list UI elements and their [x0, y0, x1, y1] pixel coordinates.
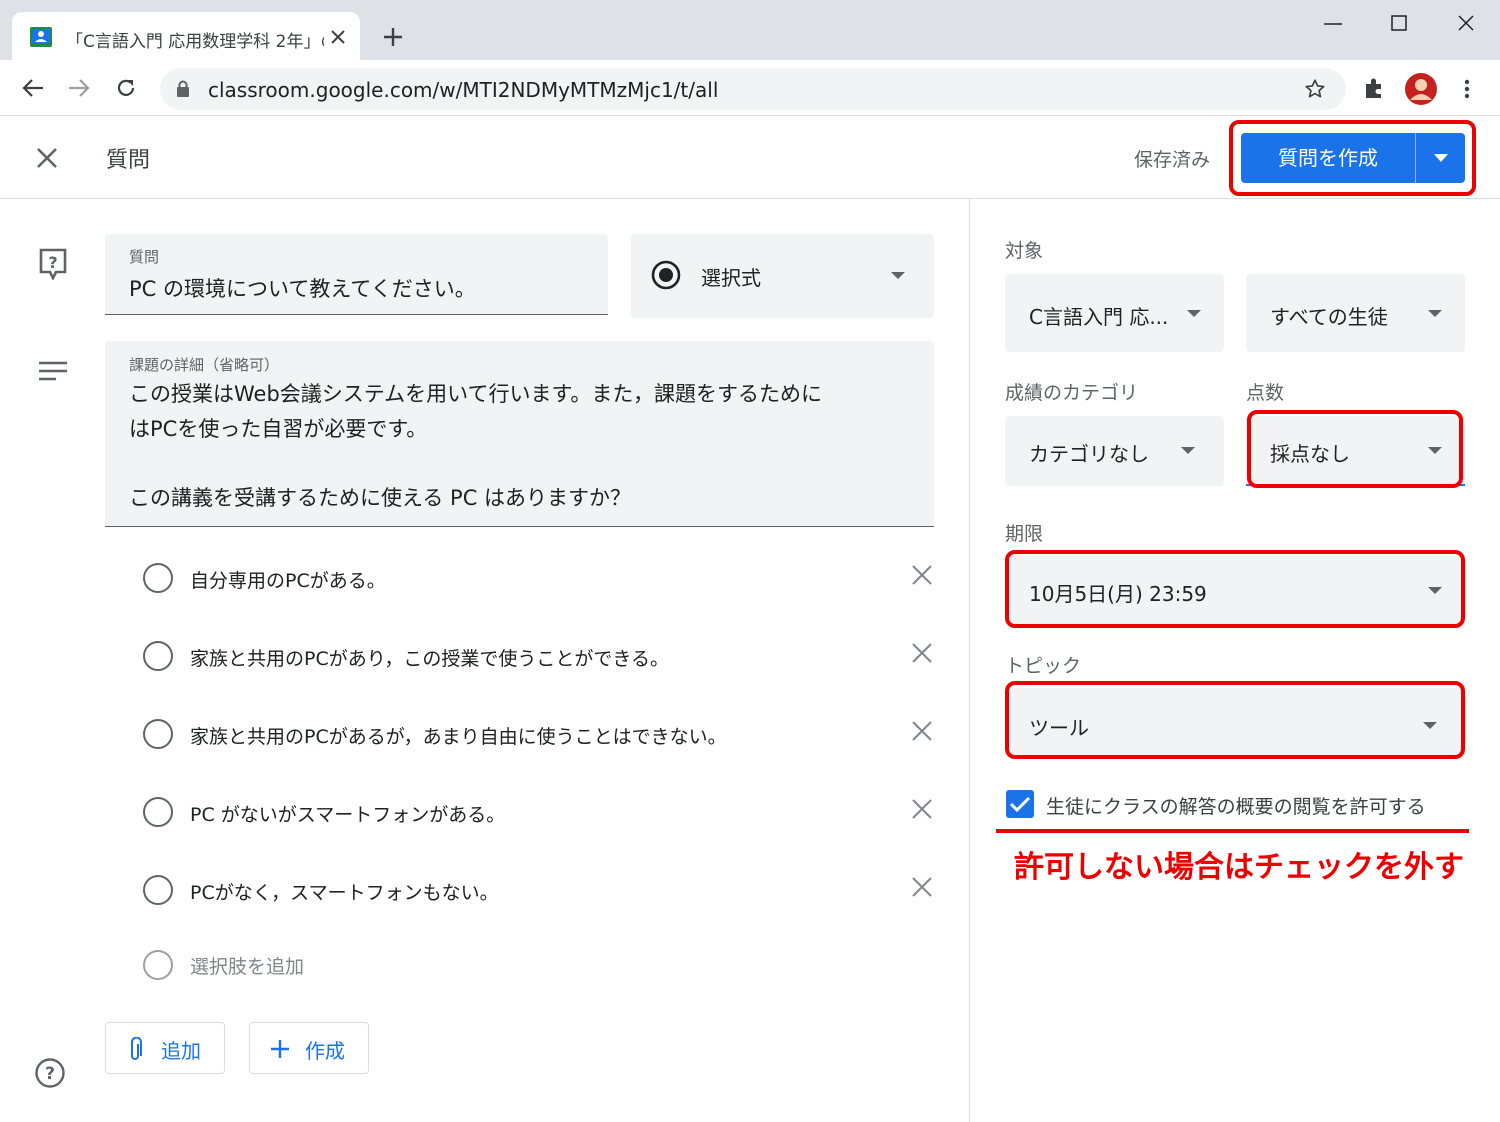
browser-tab-bar: 「C言語入門 応用数理学科 2年」の	[0, 0, 1500, 60]
paperclip-icon	[128, 1037, 142, 1063]
classroom-favicon-icon	[30, 27, 52, 47]
create-material-button[interactable]: 作成	[249, 1022, 369, 1074]
add-option-text[interactable]: 選択肢を追加	[190, 952, 304, 979]
page-title: 質問	[106, 148, 151, 173]
category-select[interactable]: カテゴリなし	[1005, 416, 1224, 486]
maximize-icon[interactable]	[1391, 15, 1407, 31]
class-select-value: C言語入門 応...	[1029, 305, 1169, 329]
option-radio	[143, 875, 173, 905]
svg-text:?: ?	[45, 1064, 55, 1084]
points-label: 点数	[1246, 382, 1285, 404]
students-select[interactable]: すべての生徒	[1246, 274, 1465, 352]
plus-icon	[269, 1038, 291, 1060]
details-line-2: はPCを使った自習が必要です。	[129, 417, 428, 441]
question-field-label: 質問	[129, 248, 160, 266]
browser-toolbar: classroom.google.com/w/MTI2NDMyMTMzMjc1/…	[0, 60, 1500, 116]
option-text[interactable]: PC がないがスマートフォンがある。	[190, 800, 505, 827]
svg-text:?: ?	[48, 253, 57, 272]
help-icon[interactable]: ?	[34, 1057, 66, 1089]
attach-label: 追加	[161, 1039, 201, 1063]
allow-summary-checkbox[interactable]	[1005, 789, 1035, 819]
allow-summary-label[interactable]: 生徒にクラスの解答の概要の閲覧を許可する	[1046, 792, 1426, 819]
browser-tab[interactable]: 「C言語入門 応用数理学科 2年」の	[12, 12, 360, 60]
remove-option-icon[interactable]	[910, 641, 934, 665]
annotation-underline	[996, 829, 1469, 833]
chevron-down-icon	[891, 272, 905, 279]
option-radio	[143, 719, 173, 749]
class-select[interactable]: C言語入門 応...	[1005, 274, 1224, 352]
panel-divider	[969, 199, 970, 1122]
remove-option-icon[interactable]	[910, 797, 934, 821]
question-type-value: 選択式	[701, 266, 761, 290]
extensions-icon[interactable]	[1363, 77, 1385, 99]
question-field-value: PC の環境について教えてください。	[129, 277, 476, 301]
option-text[interactable]: 家族と共用のPCがあるが，あまり自由に使うことはできない。	[190, 722, 727, 749]
question-type-select[interactable]: 選択式	[631, 234, 934, 318]
close-tab-icon[interactable]	[330, 29, 346, 45]
option-radio	[143, 797, 173, 827]
details-line-3: この講義を受講するために使える PC はありますか？	[129, 486, 632, 510]
remove-option-icon[interactable]	[910, 875, 934, 899]
topic-label: トピック	[1005, 655, 1082, 677]
highlight-create-button	[1229, 120, 1476, 196]
remove-option-icon[interactable]	[910, 563, 934, 587]
saved-status: 保存済み	[1134, 149, 1211, 171]
chevron-down-icon	[1181, 447, 1195, 454]
question-field[interactable]: 質問 PC の環境について教えてください。	[105, 234, 608, 315]
due-label: 期限	[1005, 523, 1044, 545]
reload-icon[interactable]	[115, 77, 137, 99]
url-text: classroom.google.com/w/MTI2NDMyMTMzMjc1/…	[208, 78, 719, 102]
option-text[interactable]: 自分専用のPCがある。	[190, 566, 386, 593]
profile-avatar[interactable]	[1405, 73, 1437, 105]
description-icon	[38, 360, 68, 382]
back-icon[interactable]	[22, 78, 44, 98]
bookmark-star-icon[interactable]	[1304, 78, 1326, 100]
highlight-topic	[1005, 681, 1465, 759]
remove-option-icon[interactable]	[910, 719, 934, 743]
for-label: 対象	[1005, 240, 1044, 262]
annotation-text: 許可しない場合はチェックを外す	[1014, 850, 1464, 885]
details-line-1: この授業はWeb会議システムを用いて行います。また，課題をするために	[129, 382, 823, 406]
highlight-due	[1005, 550, 1465, 628]
close-icon[interactable]	[36, 147, 58, 169]
create-material-label: 作成	[305, 1039, 345, 1063]
option-radio	[143, 641, 173, 671]
chevron-down-icon	[1428, 310, 1442, 317]
option-radio	[143, 563, 173, 593]
option-text[interactable]: 家族と共用のPCがあり，この授業で使うことができる。	[190, 644, 669, 671]
chevron-down-icon	[1187, 310, 1201, 317]
lock-icon[interactable]	[176, 80, 190, 98]
close-window-icon[interactable]	[1458, 15, 1474, 31]
highlight-points	[1247, 410, 1463, 488]
details-field[interactable]: 課題の詳細（省略可） この授業はWeb会議システムを用いて行います。また，課題を…	[105, 341, 934, 527]
students-select-value: すべての生徒	[1270, 305, 1388, 329]
address-bar[interactable]: classroom.google.com/w/MTI2NDMyMTMzMjc1/…	[160, 68, 1346, 110]
radio-type-icon	[651, 260, 681, 290]
new-tab-icon[interactable]	[383, 27, 403, 47]
option-text[interactable]: PCがなく，スマートフォンもない。	[190, 878, 499, 905]
attach-button[interactable]: 追加	[105, 1022, 225, 1074]
category-select-value: カテゴリなし	[1029, 442, 1149, 466]
category-label: 成績のカテゴリ	[1005, 382, 1139, 404]
option-radio	[143, 950, 173, 980]
browser-menu-icon[interactable]	[1464, 79, 1470, 99]
forward-icon[interactable]	[68, 78, 90, 98]
details-field-label: 課題の詳細（省略可）	[129, 356, 280, 374]
tab-title: 「C言語入門 応用数理学科 2年」の	[66, 32, 324, 52]
question-type-icon: ?	[38, 248, 68, 280]
minimize-icon[interactable]	[1324, 22, 1342, 26]
